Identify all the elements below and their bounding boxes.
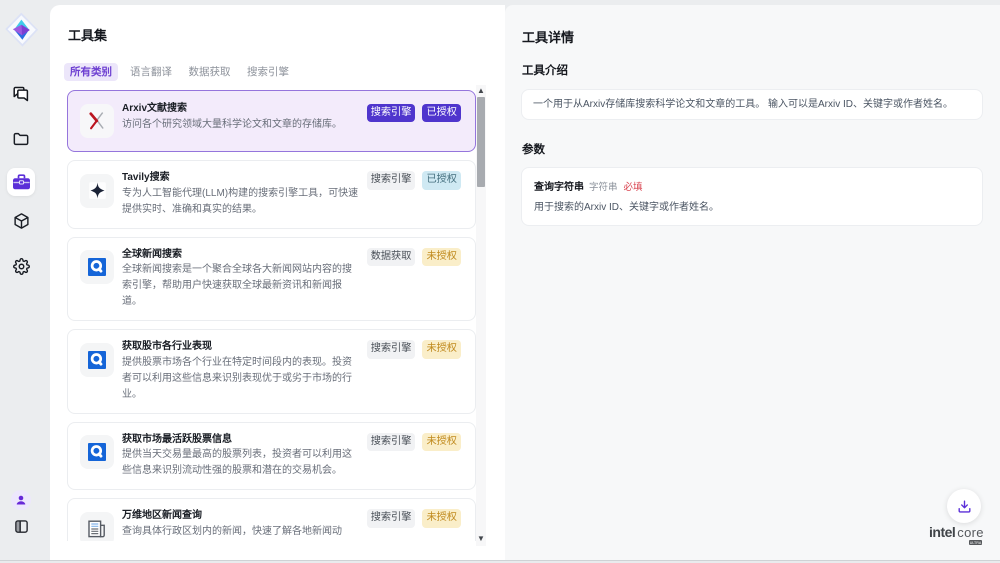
svg-text:ULTRA: ULTRA [970,541,982,545]
